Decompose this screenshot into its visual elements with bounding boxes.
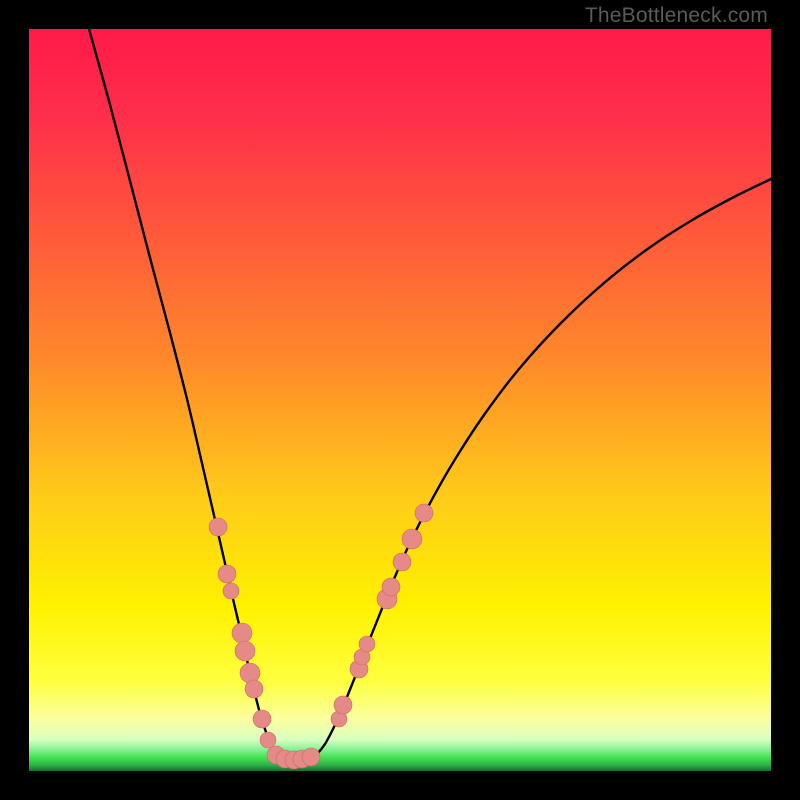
data-marker: [209, 518, 227, 536]
data-marker: [223, 583, 239, 599]
data-marker: [245, 680, 263, 698]
data-marker: [235, 641, 255, 661]
data-marker: [260, 732, 276, 748]
chart-frame: TheBottleneck.com: [0, 0, 800, 800]
bottleneck-curve: [89, 29, 771, 760]
data-marker: [218, 565, 236, 583]
data-marker: [393, 553, 411, 571]
data-marker: [359, 636, 375, 652]
data-markers: [209, 504, 433, 769]
curve-path: [89, 29, 771, 760]
data-marker: [240, 663, 260, 683]
data-marker: [302, 748, 320, 766]
data-marker: [334, 696, 352, 714]
data-marker: [415, 504, 433, 522]
data-marker: [402, 529, 422, 549]
plot-area: [29, 29, 771, 771]
data-marker: [232, 623, 252, 643]
watermark: TheBottleneck.com: [585, 4, 768, 28]
data-marker: [253, 710, 271, 728]
data-marker: [382, 578, 400, 596]
chart-svg: [29, 29, 771, 771]
